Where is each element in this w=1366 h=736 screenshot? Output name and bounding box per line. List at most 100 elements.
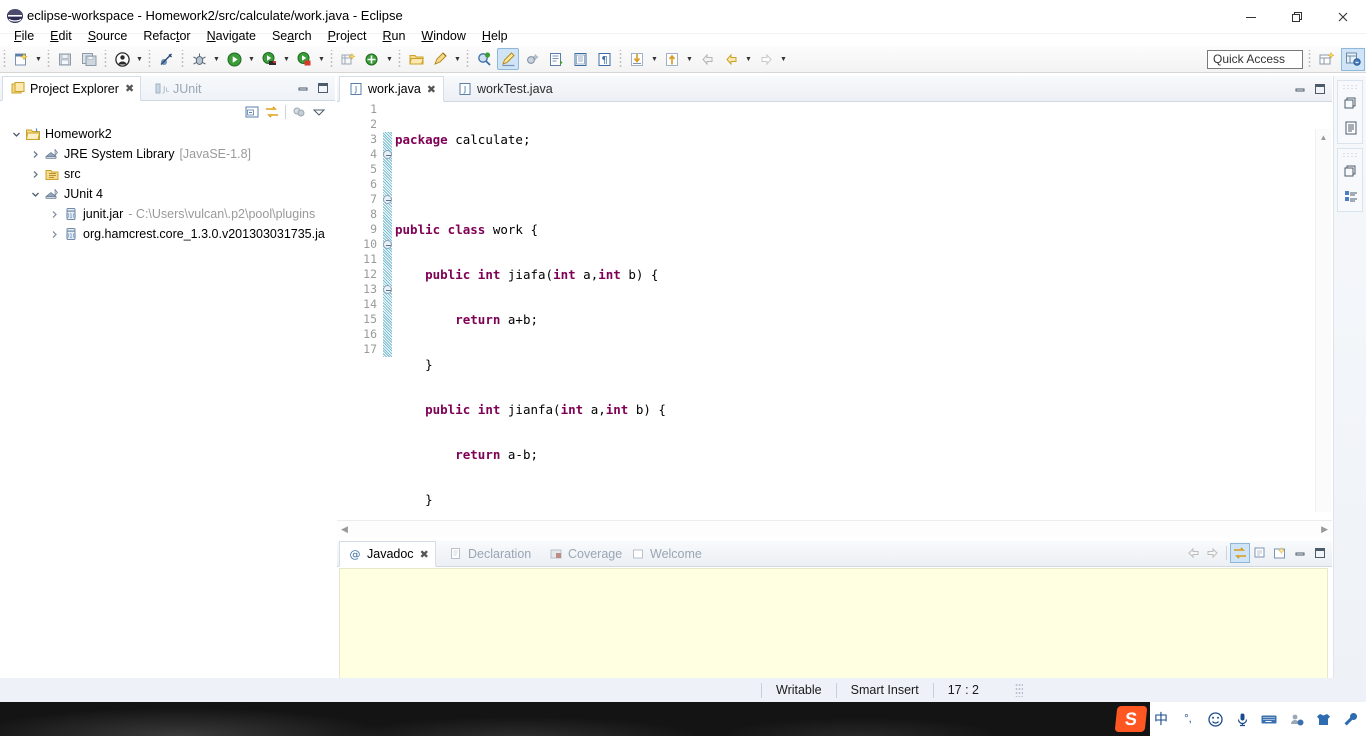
maximize-icon[interactable] xyxy=(1310,543,1330,563)
fold-toggle-icon[interactable] xyxy=(383,150,392,159)
tree-item-junit4[interactable]: JUnit 4 xyxy=(0,184,335,204)
restore-icon[interactable] xyxy=(1338,159,1363,183)
menu-file[interactable]: File xyxy=(6,27,42,45)
tab-work-java[interactable]: J work.java ✖ xyxy=(339,76,445,102)
new-wizard-dropdown-icon[interactable]: ▼ xyxy=(33,48,44,70)
scroll-up-icon[interactable]: ▲ xyxy=(1316,129,1331,145)
minimize-icon[interactable] xyxy=(293,78,313,98)
link-with-editor-icon[interactable] xyxy=(262,102,282,122)
tree-item-homework2[interactable]: Homework2 xyxy=(0,124,335,144)
close-icon[interactable]: ✖ xyxy=(427,83,436,96)
menu-search[interactable]: Search xyxy=(264,27,320,45)
back-icon[interactable] xyxy=(696,48,718,70)
open-input-icon[interactable] xyxy=(1270,543,1290,563)
editor-hscrollbar[interactable]: ◀ ▶ xyxy=(337,520,1332,537)
debug-icon[interactable] xyxy=(188,48,210,70)
save-icon[interactable] xyxy=(54,48,76,70)
next-annotation-icon[interactable] xyxy=(545,48,567,70)
new-java-class-icon[interactable] xyxy=(361,48,383,70)
menu-navigate[interactable]: Navigate xyxy=(199,27,264,45)
toolbar-grip-9[interactable] xyxy=(617,50,624,68)
skin-icon[interactable] xyxy=(1311,706,1335,732)
toolbar-grip-10[interactable] xyxy=(1306,50,1313,68)
rail-grip[interactable] xyxy=(1341,152,1359,157)
back-history-icon[interactable] xyxy=(720,48,742,70)
tools-icon[interactable] xyxy=(1338,706,1362,732)
emoji-icon[interactable] xyxy=(1203,706,1227,732)
quick-access-field[interactable]: Quick Access xyxy=(1207,49,1303,69)
folding-ruler[interactable] xyxy=(381,102,394,512)
tab-welcome[interactable]: Welcome xyxy=(623,541,708,567)
maximize-icon[interactable] xyxy=(1310,79,1330,99)
new-class-dropdown-icon[interactable]: ▼ xyxy=(384,48,395,70)
new-java-project-icon[interactable] xyxy=(337,48,359,70)
minimize-icon[interactable] xyxy=(1290,543,1310,563)
view-menu-icon[interactable] xyxy=(309,102,329,122)
chevron-right-icon[interactable] xyxy=(27,164,43,184)
run-icon[interactable] xyxy=(223,48,245,70)
chevron-down-icon[interactable] xyxy=(27,184,43,204)
external-tools-dropdown-icon[interactable]: ▼ xyxy=(281,48,292,70)
open-perspective-icon[interactable] xyxy=(1315,48,1339,71)
scroll-right-icon[interactable]: ▶ xyxy=(1321,524,1328,535)
menu-window[interactable]: Window xyxy=(413,27,473,45)
debug-dropdown-icon[interactable]: ▼ xyxy=(211,48,222,70)
fold-toggle-icon[interactable] xyxy=(383,195,392,204)
chevron-right-icon[interactable] xyxy=(27,144,43,164)
open-type-dropdown-icon[interactable]: ▼ xyxy=(452,48,463,70)
forward-dropdown-icon[interactable]: ▼ xyxy=(778,48,789,70)
microphone-icon[interactable] xyxy=(1230,706,1254,732)
rail-grip[interactable] xyxy=(1341,84,1359,89)
view-menu-filter-icon[interactable] xyxy=(289,102,309,122)
maximize-icon[interactable] xyxy=(313,78,333,98)
forward-icon[interactable] xyxy=(1203,543,1223,563)
toolbar-grip[interactable] xyxy=(1,50,8,68)
restore-icon[interactable] xyxy=(1338,91,1363,115)
menu-help[interactable]: Help xyxy=(474,27,516,45)
keyboard-icon[interactable] xyxy=(1257,706,1281,732)
tree-item-hamcrest-jar[interactable]: 010 org.hamcrest.core_1.3.0.v20130303173… xyxy=(0,224,335,244)
punctuation-icon[interactable]: °, xyxy=(1176,706,1200,732)
user-icon[interactable] xyxy=(111,48,133,70)
chinese-mode-icon[interactable]: 中 xyxy=(1149,706,1173,732)
menu-project[interactable]: Project xyxy=(320,27,375,45)
toggle-mark-occurrences-icon[interactable] xyxy=(521,48,543,70)
tree-item-src[interactable]: src xyxy=(0,164,335,184)
close-icon[interactable]: ✖ xyxy=(420,548,429,561)
code-content[interactable]: package calculate; public class work { p… xyxy=(395,102,1332,512)
tab-worktest-java[interactable]: J workTest.java xyxy=(449,76,560,102)
tab-javadoc[interactable]: @ Javadoc ✖ xyxy=(339,541,436,567)
previous-annotation-icon[interactable] xyxy=(569,48,591,70)
sogou-logo-icon[interactable]: S xyxy=(1114,706,1148,732)
tab-project-explorer[interactable]: Project Explorer ✖ xyxy=(2,76,142,101)
chevron-down-icon[interactable] xyxy=(8,124,24,144)
coverage-dropdown-icon[interactable]: ▼ xyxy=(316,48,327,70)
annotation-up-dropdown-icon[interactable]: ▼ xyxy=(684,48,695,70)
save-all-icon[interactable] xyxy=(78,48,100,70)
tree-item-jre-system-library[interactable]: JRE System Library [JavaSE-1.8] xyxy=(0,144,335,164)
menu-run[interactable]: Run xyxy=(374,27,413,45)
editor-vscrollbar[interactable]: ▲ ▼ xyxy=(1315,129,1331,512)
annotation-down-dropdown-icon[interactable]: ▼ xyxy=(649,48,660,70)
chevron-right-icon[interactable] xyxy=(46,224,62,244)
toolbar-grip-7[interactable] xyxy=(396,50,403,68)
status-resize-grip[interactable] xyxy=(1014,683,1023,697)
open-folder-icon[interactable] xyxy=(405,48,427,70)
tab-junit[interactable]: Ju JUnit xyxy=(146,76,207,101)
back-icon[interactable] xyxy=(1183,543,1203,563)
close-icon[interactable]: ✖ xyxy=(125,82,134,95)
forward-icon[interactable] xyxy=(755,48,777,70)
marker-ruler[interactable] xyxy=(337,102,348,512)
link-with-selection-icon[interactable] xyxy=(1230,543,1250,563)
tab-declaration[interactable]: Declaration xyxy=(441,541,537,567)
show-whitespace-icon[interactable]: ¶ xyxy=(593,48,615,70)
fold-toggle-icon[interactable] xyxy=(383,240,392,249)
javadoc-content[interactable] xyxy=(339,568,1328,683)
last-edit-location-icon[interactable] xyxy=(497,48,519,70)
skip-breakpoints-icon[interactable] xyxy=(155,48,177,70)
fold-toggle-icon[interactable] xyxy=(383,285,392,294)
toolbar-grip-4[interactable] xyxy=(146,50,153,68)
minimize-icon[interactable] xyxy=(1290,79,1310,99)
search-icon[interactable] xyxy=(473,48,495,70)
user-dropdown-icon[interactable]: ▼ xyxy=(134,48,145,70)
